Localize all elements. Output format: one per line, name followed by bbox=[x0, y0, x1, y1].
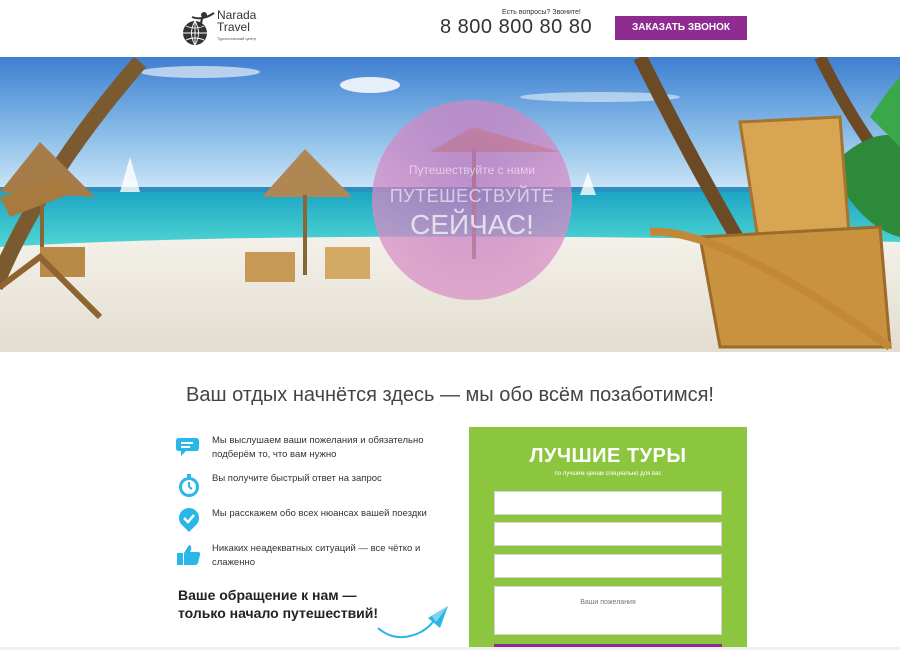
tagline: Ваш отдых начнётся здесь — мы обо всём п… bbox=[186, 384, 714, 406]
feature-text: Мы выслушаем ваши пожелания и обязательн… bbox=[212, 435, 424, 460]
phone-input[interactable] bbox=[494, 522, 722, 546]
feature-text: Никаких неадекватных ситуаций — все чётк… bbox=[212, 543, 421, 568]
globe-logo-icon bbox=[183, 12, 215, 46]
order-call-button[interactable]: ЗАКАЗАТЬ ЗВОНОК bbox=[615, 16, 747, 40]
logo[interactable]: Narada Travel Туристический центр bbox=[180, 7, 260, 49]
note-line1: Ваше обращение к нам — bbox=[178, 587, 357, 603]
feature-text: Мы расскажем обо всех нюансах вашей поез… bbox=[212, 508, 427, 519]
email-input[interactable] bbox=[494, 554, 722, 578]
hero-small-text: Путешествуйте с нами bbox=[408, 163, 536, 177]
hero-big-text: СЕЙЧАС! bbox=[410, 209, 534, 240]
paper-plane-arrow-icon bbox=[377, 606, 448, 639]
tour-request-form: ЛУЧШИЕ ТУРЫ по лучшим ценам специально д… bbox=[469, 427, 747, 650]
logo-line2: Travel bbox=[217, 20, 250, 34]
ask-label: Есть вопросы? Звоните! bbox=[502, 9, 581, 16]
phone-number[interactable]: 8 800 800 80 80 bbox=[440, 16, 592, 39]
hero-mid-text: ПУТЕШЕСТВУЙТЕ bbox=[389, 186, 555, 206]
header: Narada Travel Туристический центр Есть в… bbox=[0, 0, 900, 57]
logo-subtitle: Туристический центр bbox=[217, 36, 257, 41]
wishes-textarea[interactable] bbox=[494, 586, 722, 635]
feature-text: Вы получите быстрый ответ на запрос bbox=[212, 473, 382, 484]
hero-banner: Путешествуйте с нами ПУТЕШЕСТВУЙТЕ СЕЙЧА… bbox=[0, 57, 900, 352]
stopwatch-icon bbox=[179, 474, 199, 497]
thumbs-up-icon bbox=[177, 545, 201, 565]
chat-icon bbox=[176, 438, 199, 456]
name-input[interactable] bbox=[494, 491, 722, 515]
form-subtitle: по лучшим ценам специально для вас bbox=[554, 471, 662, 477]
check-pin-icon bbox=[179, 508, 199, 532]
form-title: ЛУЧШИЕ ТУРЫ bbox=[529, 445, 687, 467]
